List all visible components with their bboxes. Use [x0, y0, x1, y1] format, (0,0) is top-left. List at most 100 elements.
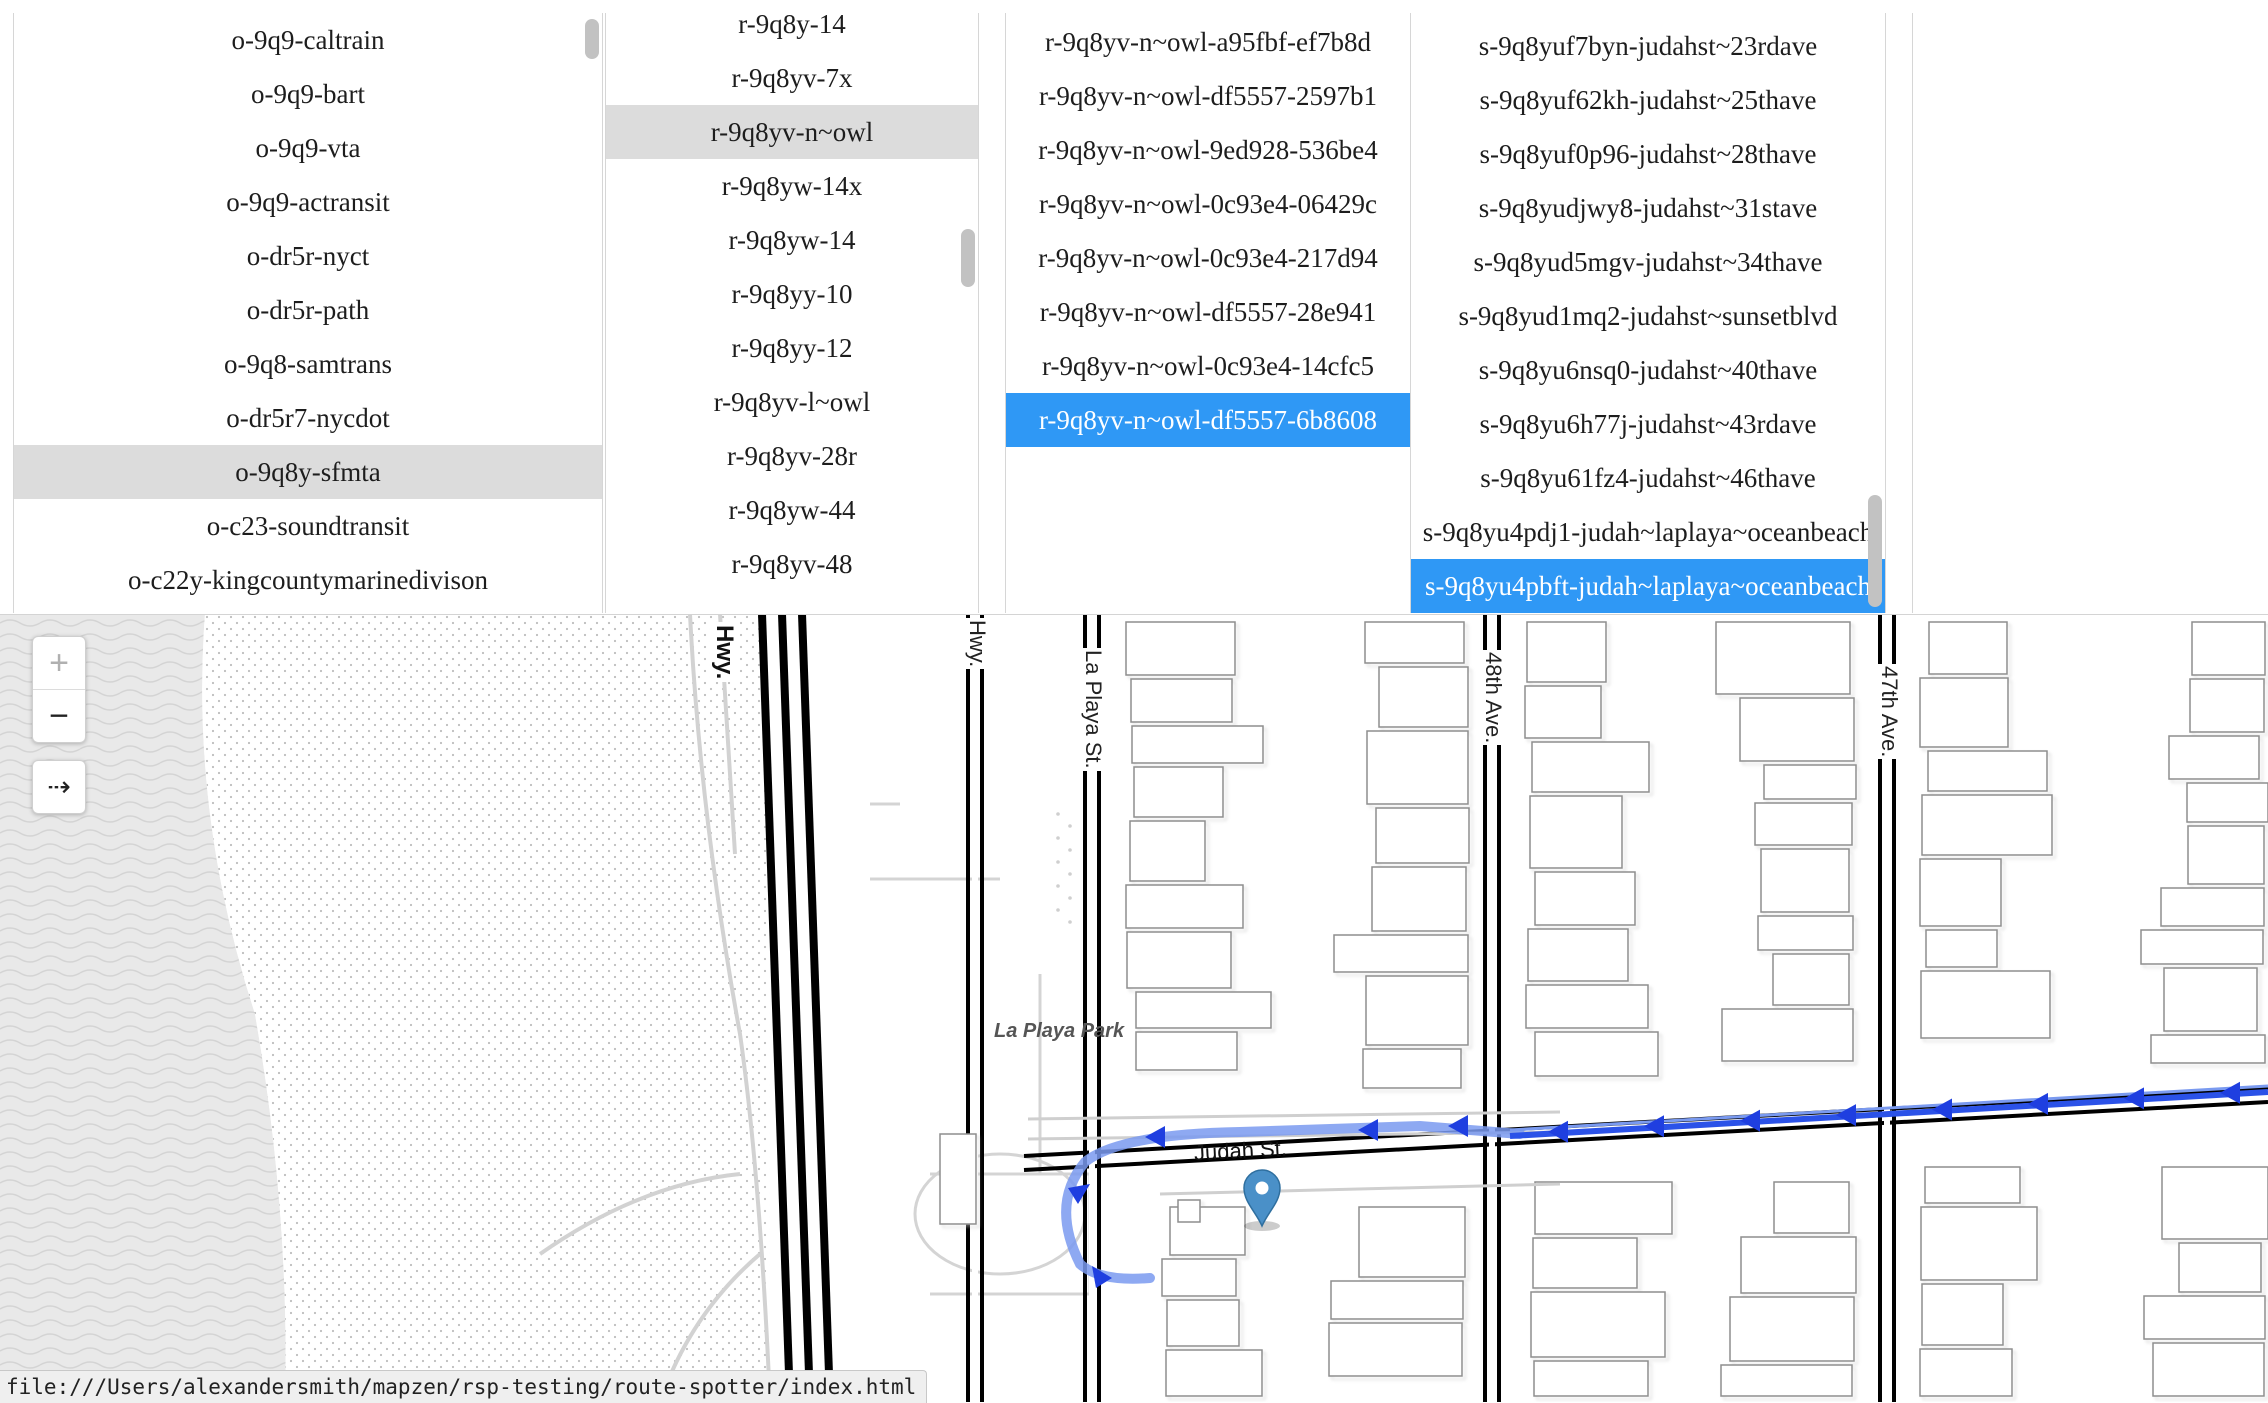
48th-ave-label: 48th Ave.: [1480, 650, 1506, 746]
operator-item[interactable]: o-9q9-vta: [14, 121, 602, 175]
trips-list[interactable]: r-9q8yv-n~owl-a95fbf-ef7b8d r-9q8yv-n~owl…: [1005, 13, 1411, 613]
operators-list[interactable]: o-9q9-caltrain o-9q9-bart o-9q9-vta o-9q9-a…: [13, 13, 603, 613]
zoom-control: + −: [32, 636, 86, 743]
building: [2160, 887, 2265, 927]
building: [1330, 1280, 1464, 1320]
route-item[interactable]: r-9q8y-14: [606, 13, 978, 51]
building: [1125, 884, 1244, 929]
trip-item[interactable]: r-9q8yv-n~owl-0c93e4-14cfc5: [1006, 339, 1410, 393]
building: [2189, 678, 2265, 733]
trip-item[interactable]: r-9q8yv-n~owl-a95fbf-ef7b8d: [1006, 15, 1410, 69]
zoom-out-button[interactable]: −: [33, 690, 85, 742]
building: [1534, 1031, 1659, 1077]
building: [1739, 697, 1855, 762]
operators-scrollbar[interactable]: [582, 13, 600, 613]
operator-item[interactable]: o-dr5r-path: [14, 283, 602, 337]
building: [1721, 1008, 1854, 1062]
stop-item[interactable]: s-9q8yud5mgv-judahst~34thave: [1411, 235, 1885, 289]
beach-area: [202, 614, 770, 1402]
route-item[interactable]: r-9q8yv-n~owl: [606, 105, 978, 159]
building: [2150, 1034, 2266, 1064]
map-canvas[interactable]: [0, 614, 2268, 1402]
building: [1358, 1206, 1466, 1278]
route-item[interactable]: r-9q8yv-l~owl: [606, 375, 978, 429]
route-item[interactable]: r-9q8yv-28r: [606, 429, 978, 483]
status-bar-url: file:///Users/alexandersmith/mapzen/rsp-…: [0, 1370, 928, 1403]
operator-item[interactable]: o-c23-soundtransit: [14, 499, 602, 553]
building: [2161, 1166, 2268, 1240]
trip-item[interactable]: r-9q8yv-n~owl-df5557-28e941: [1006, 285, 1410, 339]
great-highway: [758, 614, 834, 1402]
building: [1720, 1364, 1853, 1397]
trip-item[interactable]: r-9q8yv-n~owl-0c93e4-06429c: [1006, 177, 1410, 231]
stops-scrollbar[interactable]: [1865, 13, 1883, 613]
building: [1135, 991, 1272, 1029]
stop-item[interactable]: s-9q8yu61fz4-judahst~46thave: [1411, 451, 1885, 505]
trip-item[interactable]: r-9q8yv-n~owl-0c93e4-217d94: [1006, 231, 1410, 285]
building: [1919, 858, 2002, 927]
47th-ave-label: 47th Ave.: [1876, 664, 1902, 760]
building: [1532, 1237, 1638, 1289]
stop-item[interactable]: s-9q8yu6nsq0-judahst~40thave: [1411, 343, 1885, 397]
building: [1919, 677, 2009, 748]
building: [1375, 807, 1470, 864]
zoom-in-button[interactable]: +: [33, 637, 85, 690]
route-item[interactable]: r-9q8yw-44: [606, 483, 978, 537]
route-item[interactable]: r-9q8yv-7x: [606, 51, 978, 105]
building: [1126, 931, 1232, 989]
operator-item[interactable]: o-9q9-actransit: [14, 175, 602, 229]
building: [1525, 984, 1649, 1029]
building: [939, 1133, 977, 1225]
building: [1925, 929, 1998, 968]
building: [1921, 794, 2053, 856]
building: [1129, 820, 1206, 882]
operator-item[interactable]: o-9q8y-sfmta: [14, 445, 602, 499]
building: [1924, 1166, 2021, 1204]
route-item[interactable]: r-9q8yy-12: [606, 321, 978, 375]
stop-item[interactable]: s-9q8yuf62kh-judahst~25thave: [1411, 73, 1885, 127]
building: [1919, 1348, 2013, 1397]
stop-item[interactable]: s-9q8yuf0p96-judahst~28thave: [1411, 127, 1885, 181]
operator-item[interactable]: o-9q9-bart: [14, 67, 602, 121]
building: [1740, 1236, 1857, 1294]
building: [1364, 621, 1465, 664]
stop-item[interactable]: s-9q8yudjwy8-judahst~31stave: [1411, 181, 1885, 235]
map-view[interactable]: Hwy. Hwy. La Playa St. 48th Ave. 47th Av…: [0, 614, 2268, 1402]
building: [1333, 934, 1469, 973]
routes-list[interactable]: r-9q8y-14 r-9q8yv-7x r-9q8yv-n~owl r-9q8yw-…: [605, 13, 979, 613]
locate-button[interactable]: ⇢: [32, 760, 86, 814]
building: [1757, 915, 1854, 951]
building: [1760, 848, 1850, 913]
building: [1927, 750, 2048, 792]
operator-item[interactable]: o-9q8-samtrans: [14, 337, 602, 391]
hwy-side-label: Hwy.: [964, 618, 990, 670]
routes-scrollbar[interactable]: [958, 13, 976, 613]
operator-item[interactable]: o-c22y-kingcountymarinedivison: [14, 553, 602, 607]
selector-panel: o-9q9-caltrain o-9q9-bart o-9q9-vta o-9q9-a…: [0, 0, 2268, 615]
trip-item[interactable]: r-9q8yv-n~owl-9ed928-536be4: [1006, 123, 1410, 177]
building: [1524, 685, 1602, 739]
stop-item[interactable]: s-9q8yud1mq2-judahst~sunsetblvd: [1411, 289, 1885, 343]
operator-item[interactable]: o-dr5r-nyct: [14, 229, 602, 283]
building: [1131, 725, 1264, 764]
stops-list[interactable]: s-9q8yuf7byn-judahst~23rdave s-9q8yuf62kh…: [1410, 13, 1886, 613]
route-item[interactable]: r-9q8yy-10: [606, 267, 978, 321]
operator-item[interactable]: o-dr5r7-nycdot: [14, 391, 602, 445]
stop-item[interactable]: s-9q8yu4pbft-judah~laplaya~oceanbeach: [1411, 559, 1885, 613]
route-item[interactable]: r-9q8yv-48: [606, 537, 978, 591]
la-playa-park-label: La Playa Park: [994, 1020, 1125, 1042]
stop-item[interactable]: s-9q8yuf7byn-judahst~23rdave: [1411, 19, 1885, 73]
trip-item[interactable]: r-9q8yv-n~owl-df5557-2597b1: [1006, 69, 1410, 123]
building: [1135, 1031, 1238, 1071]
stop-item[interactable]: s-9q8yu4pdj1-judah~laplaya~oceanbeach: [1411, 505, 1885, 559]
route-item[interactable]: r-9q8yw-14x: [606, 159, 978, 213]
stop-item[interactable]: s-9q8yu6h77j-judahst~43rdave: [1411, 397, 1885, 451]
building: [1366, 730, 1469, 805]
operator-item[interactable]: o-9q9-caltrain: [14, 13, 602, 67]
trip-item[interactable]: r-9q8yv-n~owl-df5557-6b8608: [1006, 393, 1410, 447]
building: [1133, 766, 1224, 818]
route-item[interactable]: r-9q8yw-14: [606, 213, 978, 267]
building: [1754, 802, 1853, 846]
building: [1362, 1048, 1462, 1089]
building: [1715, 621, 1851, 695]
